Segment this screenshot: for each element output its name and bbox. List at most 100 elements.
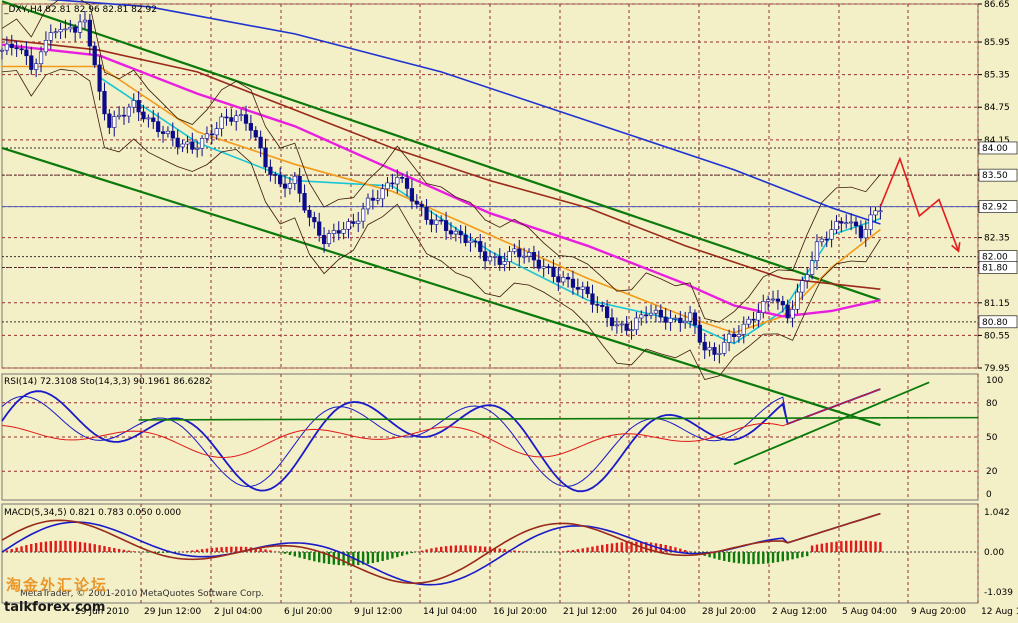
- candle-body: [526, 252, 532, 257]
- candle-body: [209, 133, 214, 136]
- candle-body: [185, 141, 190, 145]
- candle-body: [746, 318, 751, 325]
- candle-body: [565, 276, 571, 280]
- candle-body: [522, 255, 527, 258]
- candle-body: [160, 131, 166, 134]
- macd-panel[interactable]: [1, 512, 882, 586]
- candle-body: [717, 352, 722, 355]
- candle-body: [375, 198, 380, 201]
- candle-body: [53, 31, 58, 34]
- candle-body: [58, 29, 63, 33]
- candle-body: [268, 166, 273, 175]
- candle-body: [317, 221, 322, 236]
- candle-body: [834, 221, 839, 230]
- level-label: 80.80: [982, 318, 1008, 328]
- time-label: 2 Aug 12:00: [772, 607, 827, 617]
- macd-panel-title: MACD(5,34,5) 0.821 0.783 0.050 0.000: [4, 508, 181, 518]
- candle-body: [292, 175, 297, 184]
- macd-axis-label: 1.042: [984, 508, 1010, 518]
- candle-body: [219, 116, 224, 129]
- candle-body: [331, 230, 336, 234]
- candle-body: [795, 291, 800, 310]
- candle-body: [73, 26, 78, 33]
- candle-body: [312, 217, 317, 223]
- time-label: 21 Jul 12:00: [563, 607, 617, 617]
- candle-body: [156, 121, 161, 132]
- candle-body: [82, 19, 88, 23]
- rsi-horizontal-trendline: [138, 416, 979, 421]
- candle-body: [424, 206, 429, 220]
- candle-body: [644, 314, 649, 317]
- candle-body: [258, 136, 263, 149]
- candle-body: [775, 298, 781, 302]
- main-panel-title: _DXY,H4 82.81 82.96 82.81 82.92: [3, 5, 157, 15]
- rsi-axis-label: 0: [986, 490, 992, 500]
- candle-body: [790, 309, 795, 319]
- level-label: 81.80: [982, 263, 1008, 273]
- moving-average-3: [1, 38, 881, 290]
- rsi-axis-label: 20: [986, 467, 998, 477]
- candle-body: [561, 276, 566, 283]
- candle-body: [131, 100, 136, 108]
- candle-body: [326, 233, 332, 245]
- candle-body: [307, 209, 312, 218]
- candle-body: [634, 317, 639, 331]
- moving-average-2: [1, 43, 881, 318]
- candle-body: [370, 197, 375, 201]
- candle-body: [351, 221, 356, 224]
- candle-body: [487, 256, 493, 262]
- candle-body: [24, 49, 29, 57]
- candle-body: [199, 138, 205, 149]
- candle-body: [453, 230, 458, 235]
- candle-body: [692, 312, 698, 326]
- candle-body: [400, 177, 405, 179]
- candle-body: [68, 26, 73, 30]
- candle-body: [697, 324, 702, 343]
- candle-body: [819, 238, 824, 243]
- time-label: 16 Jul 20:00: [493, 607, 547, 617]
- candle-body: [653, 309, 659, 314]
- candle-body: [346, 221, 351, 230]
- candle-body: [356, 220, 361, 224]
- bollinger-upper: [1, 0, 881, 323]
- candle-body: [38, 51, 44, 65]
- candle-body: [419, 203, 424, 208]
- candle-body: [673, 317, 678, 320]
- watermark-logo: 淘金外汇论坛: [6, 574, 108, 595]
- candle-body: [224, 116, 229, 119]
- candle-body: [683, 320, 688, 324]
- candle-body: [614, 324, 619, 327]
- main-price-panel[interactable]: [0, 0, 961, 427]
- candle-body: [361, 208, 366, 222]
- candle-body: [624, 323, 629, 331]
- candle-body: [702, 341, 707, 351]
- stochastic-main-line: [1, 388, 881, 493]
- chart-window[interactable]: 29 Jun 2010 29 Jun 12:00 2 Jul 04:00 6 Jul …: [0, 0, 1018, 619]
- candle-body: [648, 312, 654, 316]
- candle-body: [34, 63, 39, 70]
- candle-body: [824, 238, 829, 241]
- candle-body: [590, 293, 595, 305]
- candle-body: [180, 143, 185, 148]
- candle-body: [273, 174, 278, 176]
- candle-body: [190, 141, 195, 150]
- candle-body: [727, 333, 732, 343]
- candle-body: [87, 19, 92, 47]
- watermark-site: talkforex.com: [4, 600, 105, 615]
- candle-body: [302, 193, 307, 211]
- candle-body: [112, 116, 117, 128]
- candle-body: [756, 312, 761, 321]
- candle-body: [0, 49, 5, 52]
- candle-body: [170, 130, 175, 139]
- candle-body: [770, 298, 776, 301]
- watermark-latin: talkforex.com: [4, 600, 106, 615]
- candle-body: [507, 251, 512, 262]
- candle-body: [687, 312, 693, 322]
- time-label: 5 Aug 04:00: [842, 607, 897, 617]
- candle-body: [575, 287, 580, 290]
- candle-body: [48, 32, 53, 41]
- candle-body: [97, 64, 102, 92]
- candle-body: [458, 230, 463, 236]
- candle-body: [229, 117, 234, 122]
- candle-body: [146, 117, 151, 120]
